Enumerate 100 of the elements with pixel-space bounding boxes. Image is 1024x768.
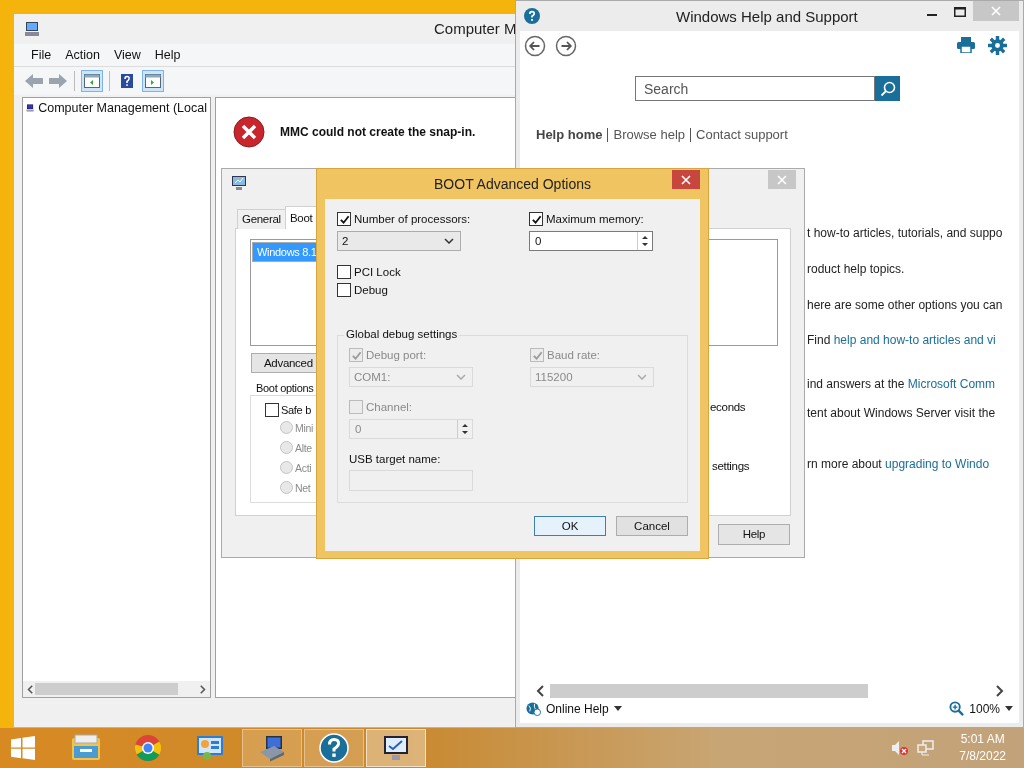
globe-icon <box>526 701 541 716</box>
error-icon <box>233 116 265 148</box>
checkbox-label: Baud rate: <box>547 349 601 361</box>
settings-icon[interactable] <box>988 36 1007 55</box>
checkmark-icon <box>350 349 362 361</box>
tab[interactable]: Boot <box>285 206 319 229</box>
pane-icon <box>145 74 161 88</box>
checkbox[interactable] <box>337 283 351 297</box>
help-button[interactable]: Help <box>718 524 790 545</box>
checkbox-label: Number of processors: <box>354 213 471 225</box>
checkbox[interactable] <box>265 403 279 417</box>
checkbox-label: PCI Lock <box>354 266 401 278</box>
help-text: here are some other options you can <box>807 298 1003 312</box>
help-icon <box>524 8 540 24</box>
nav-link[interactable]: Browse help <box>613 127 685 142</box>
chevron-right-icon[interactable] <box>200 684 206 694</box>
folder-icon <box>71 734 101 762</box>
menu-item[interactable]: View <box>106 46 148 64</box>
checkbox-label: Channel: <box>366 401 413 413</box>
spin-arrows-icon <box>640 233 650 249</box>
checkbox[interactable] <box>337 212 351 226</box>
nav-link[interactable]: Contact support <box>696 127 788 142</box>
zoom-menu[interactable]: 100% <box>949 701 1013 716</box>
chevron-left-icon[interactable] <box>27 684 33 694</box>
help-text: roduct help topics. <box>807 262 905 276</box>
chevron-down-icon <box>444 238 454 244</box>
close-button[interactable] <box>672 170 700 189</box>
close-icon <box>681 174 691 185</box>
computer-icon <box>258 734 286 762</box>
radio-label: Alte <box>295 441 312 454</box>
search-icon <box>879 80 896 97</box>
tree-item[interactable]: Computer Management (Local <box>23 98 210 118</box>
checkbox-label: Debug port: <box>366 349 427 361</box>
checkbox-label: Maximum memory: <box>546 213 644 225</box>
online-help-menu[interactable]: Online Help <box>526 701 622 716</box>
muted-speaker-icon[interactable] <box>891 740 910 756</box>
zoom-in-icon <box>949 701 965 716</box>
checkbox-label: settings <box>712 460 750 472</box>
help-link[interactable]: upgrading to Windo <box>885 457 990 471</box>
dialog-title: BOOT Advanced Options <box>433 176 592 192</box>
radio-label: Mini <box>295 421 314 434</box>
advanced-options-button[interactable]: Advanced <box>251 353 317 373</box>
search-button[interactable] <box>875 76 900 101</box>
nav-link[interactable]: Help home <box>536 127 603 142</box>
chevron-right-icon[interactable] <box>996 684 1004 697</box>
checkbox[interactable] <box>529 212 543 226</box>
clock-date: 7/8/2022 <box>959 748 1006 765</box>
ok-button[interactable]: OK <box>534 516 606 536</box>
taskbar-button[interactable] <box>366 729 426 767</box>
window-title: Computer M <box>434 20 517 37</box>
search-field[interactable]: Search <box>635 76 875 101</box>
help-link[interactable]: help and how-to articles and vi <box>833 333 996 347</box>
timeout-label: econds <box>710 401 746 413</box>
monitor-icon <box>382 734 410 762</box>
checkmark-icon <box>530 213 542 225</box>
spin-arrows-icon <box>460 421 470 437</box>
taskbar-button[interactable] <box>242 729 302 767</box>
checkmark-icon <box>338 213 350 225</box>
help-text: tent about Windows Server visit the <box>807 406 996 420</box>
tree-pane-button[interactable] <box>81 70 103 92</box>
help-text: ind answers at the <box>807 377 906 391</box>
processor-count-dropdown[interactable]: 2 <box>337 231 461 251</box>
checkmark-icon <box>531 349 543 361</box>
windows-logo-icon <box>11 736 35 760</box>
menu-item[interactable]: File <box>24 46 59 64</box>
scrollbar[interactable] <box>23 681 210 697</box>
scrollbar[interactable] <box>536 683 1004 698</box>
chevron-left-icon[interactable] <box>536 684 544 697</box>
menu-item[interactable]: Action <box>58 46 107 64</box>
chevron-down-icon <box>637 374 647 380</box>
browser-icon <box>134 734 162 762</box>
close-icon <box>777 174 787 185</box>
checkbox-label: Debug <box>354 284 388 296</box>
help-text: rn more about <box>807 457 883 471</box>
action-pane-button[interactable] <box>142 70 164 92</box>
radio-label: Net <box>295 481 311 494</box>
close-icon <box>991 6 1001 16</box>
monitor-icon <box>231 175 247 191</box>
maximize-icon[interactable] <box>954 7 966 17</box>
checkbox-label: Safe b <box>281 404 311 416</box>
group-label: Boot options <box>255 382 315 394</box>
tab[interactable]: General <box>237 209 286 229</box>
error-message: MMC could not create the snap-in. <box>280 125 476 139</box>
menu-item[interactable]: Help <box>147 46 188 64</box>
help-link[interactable]: Microsoft Comm <box>907 377 996 391</box>
help-text: t how-to articles, tutorials, and suppo <box>807 226 1003 240</box>
clock-time: 5:01 AM <box>960 731 1005 748</box>
radio-label: Acti <box>295 461 312 474</box>
group-label: Global debug settings <box>344 328 460 340</box>
control-panel-icon <box>196 734 224 762</box>
computer-icon <box>24 21 40 37</box>
checkbox[interactable] <box>337 265 351 279</box>
window-title: Windows Help and Support <box>676 8 858 25</box>
help-book-icon <box>119 73 135 89</box>
help-icon <box>319 733 349 763</box>
caret-down-icon <box>1005 706 1013 711</box>
caret-down-icon <box>613 706 622 711</box>
cancel-button[interactable]: Cancel <box>616 516 688 536</box>
memory-field[interactable]: 0 <box>529 231 653 251</box>
printer-icon[interactable] <box>957 37 975 53</box>
